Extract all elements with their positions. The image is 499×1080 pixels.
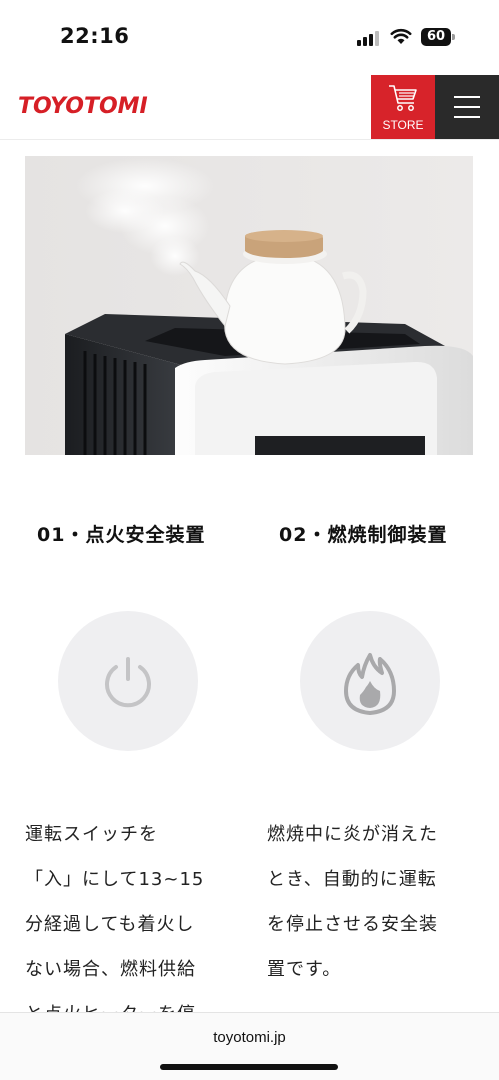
feature-2-line: 燃焼中に炎が消えた: [267, 824, 438, 845]
flame-icon: [344, 653, 396, 715]
feature-1-line: 分経過しても着火し: [25, 914, 195, 935]
hamburger-menu-icon[interactable]: [435, 75, 499, 139]
wifi-icon: [390, 27, 412, 45]
feature-2-line: 置です。: [267, 959, 342, 980]
feature-2-description: 燃焼中に炎が消えた とき、自動的に運転 を停止させる安全装 置です。: [267, 812, 438, 992]
feature-1-title: 01・点火安全装置: [37, 524, 206, 546]
status-bar: 22:16 60: [0, 0, 499, 72]
feature-2-title: 02・燃焼制御装置: [279, 524, 448, 546]
hero-image: [25, 156, 473, 455]
feature-1-line: ない場合、燃料供給: [25, 959, 196, 980]
kettle-on-heater-photo: [25, 156, 473, 455]
toyotomi-logo[interactable]: TOYOTOMI: [18, 90, 148, 122]
feature-1-line: 運転スイッチを: [25, 824, 158, 845]
battery-level: 60: [421, 28, 451, 46]
home-indicator[interactable]: [160, 1064, 338, 1070]
status-time: 22:16: [60, 24, 130, 48]
battery-icon: 60: [421, 28, 455, 46]
url-text[interactable]: toyotomi.jp: [0, 1029, 499, 1046]
site-header: TOYOTOMI STORE: [0, 72, 499, 140]
store-button[interactable]: STORE: [371, 75, 435, 139]
feature-1-line: 「入」にして13~15: [25, 869, 205, 890]
feature-2-line: を停止させる安全装: [267, 914, 438, 935]
logo-text: TOYOTOMI: [18, 94, 148, 119]
power-icon: [105, 657, 151, 708]
feature-2-circle: [300, 611, 440, 751]
browser-address-bar[interactable]: toyotomi.jp: [0, 1012, 499, 1080]
feature-1-description: 運転スイッチを 「入」にして13~15 分経過しても着火し ない場合、燃料供給 …: [25, 812, 204, 1037]
cart-icon: [389, 85, 417, 111]
feature-1-circle: [58, 611, 198, 751]
feature-2-line: とき、自動的に運転: [267, 869, 437, 890]
store-label: STORE: [382, 118, 424, 132]
cellular-signal-icon: [357, 30, 381, 46]
